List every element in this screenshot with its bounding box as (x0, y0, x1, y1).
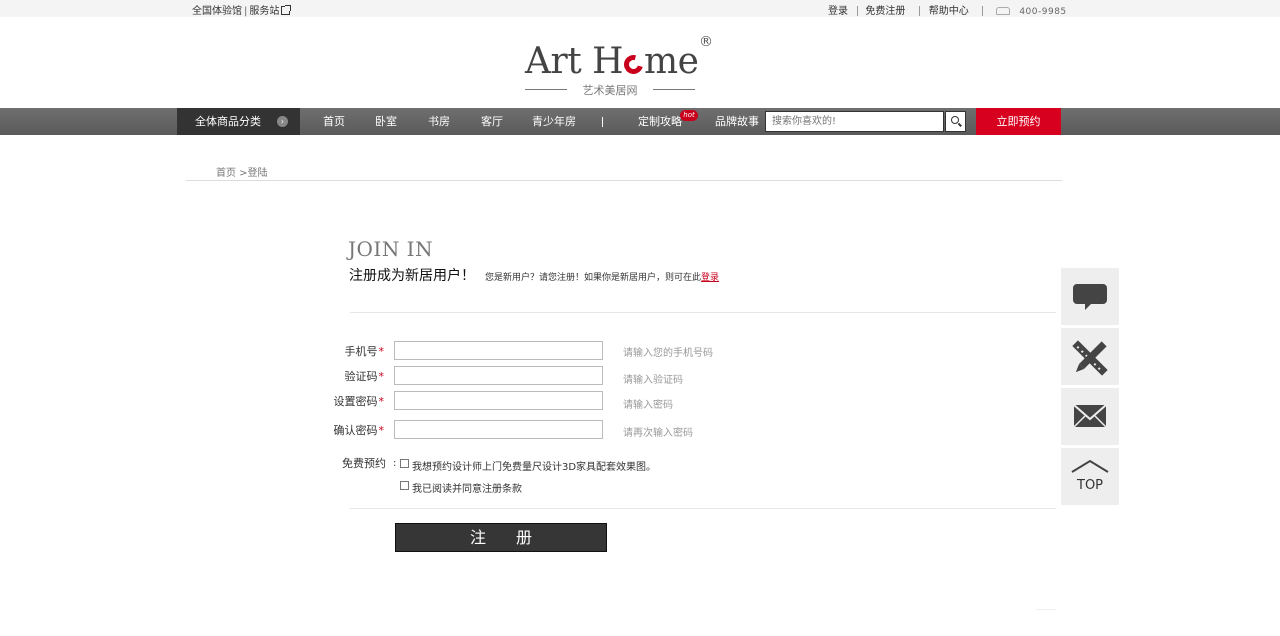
service-station-link[interactable]: 服务站 (249, 6, 279, 17)
phone-hint: 请输入您的手机号码 (623, 348, 713, 359)
password-input[interactable] (394, 391, 603, 410)
experience-store-link[interactable]: 全国体验馆 (192, 6, 242, 17)
login-hint: 您是新用户？请您注册！如果你是新居用户，则可在此登录 (485, 273, 720, 283)
nav-item-home[interactable]: 首页 (323, 108, 345, 135)
breadcrumb: 首页 >登陆 (216, 168, 268, 179)
top-utility-bar: 全国体验馆 | 服务站 登录 免费注册 帮助中心 400-9985 (0, 0, 1280, 17)
free-booking-label: 免费预约 (342, 457, 386, 470)
agree-terms-checkbox[interactable] (400, 481, 409, 490)
side-back-to-top-button[interactable]: TOP (1061, 448, 1119, 505)
chevron-right-icon: › (277, 116, 288, 127)
nav-item-bedroom[interactable]: 卧室 (375, 108, 397, 135)
nav-item-brand-story[interactable]: 品牌故事 (715, 108, 759, 135)
hot-badge: hot (680, 110, 698, 121)
side-chat-button[interactable] (1061, 268, 1119, 325)
nav-divider (602, 117, 603, 127)
site-logo[interactable]: Art Hme ® 艺术美居网 (525, 34, 725, 100)
topbar-left-links: 全国体验馆 | 服务站 (192, 2, 292, 17)
nav-item-living-room[interactable]: 客厅 (481, 108, 503, 135)
divider (350, 312, 1056, 313)
page-title: JOIN IN (348, 237, 434, 261)
register-link[interactable]: 免费注册 (865, 2, 905, 17)
phone-label: 手机号* (344, 345, 385, 358)
phone-icon (996, 7, 1011, 15)
divider (350, 508, 1056, 509)
ruler-pencil-icon (1072, 340, 1108, 376)
divider (186, 180, 1062, 181)
phone-input[interactable] (394, 341, 603, 360)
search-button[interactable] (945, 111, 966, 132)
hotline-number: 400-9985 (1019, 7, 1067, 17)
code-label: 验证码* (344, 370, 385, 383)
booking-option-text: 我想预约设计师上门免费量尺设计3D家具配套效果图。 (412, 462, 657, 473)
login-link[interactable]: 登录 (828, 2, 848, 17)
search-input[interactable] (765, 111, 944, 132)
booking-checkbox[interactable] (400, 459, 409, 468)
confirm-password-hint: 请再次输入密码 (623, 428, 693, 439)
main-nav-bar: 全体商品分类 › 首页 卧室 书房 客厅 青少年房 定制攻略 品牌故事 (0, 108, 1280, 135)
password-label: 设置密码* (333, 395, 385, 408)
chevron-up-icon (1071, 459, 1109, 473)
all-categories-button[interactable]: 全体商品分类 › (177, 108, 300, 135)
nav-item-custom-guide[interactable]: 定制攻略 (638, 108, 682, 135)
confirm-password-label: 确认密码* (333, 424, 385, 437)
code-hint: 请输入验证码 (623, 375, 683, 386)
password-hint: 请输入密码 (623, 400, 673, 411)
side-mail-button[interactable] (1061, 388, 1119, 445)
verification-code-input[interactable] (394, 366, 603, 385)
search-icon (951, 116, 959, 124)
page-subtitle: 注册成为新居用户！ (349, 268, 475, 284)
register-submit-button[interactable]: 注册 (395, 523, 607, 552)
nav-item-teen-room[interactable]: 青少年房 (532, 108, 576, 135)
logo-o-icon (620, 51, 647, 78)
confirm-password-input[interactable] (394, 420, 603, 439)
side-design-tools-button[interactable] (1061, 328, 1119, 385)
registered-mark: ® (699, 34, 713, 50)
chat-bubble-icon (1073, 284, 1107, 310)
nav-item-study[interactable]: 书房 (428, 108, 450, 135)
book-now-button[interactable]: 立即预约 (976, 108, 1061, 135)
help-center-link[interactable]: 帮助中心 (929, 2, 969, 17)
topbar-right-links: 登录 免费注册 帮助中心 400-9985 (828, 2, 1067, 17)
login-link-inline[interactable]: 登录 (701, 273, 719, 283)
logo-subtitle: 艺术美居网 (525, 82, 695, 98)
envelope-icon (1073, 404, 1107, 428)
agree-terms-text: 我已阅读并同意注册条款 (412, 484, 522, 495)
external-link-icon (281, 5, 292, 15)
back-to-top-label: TOP (1077, 478, 1104, 493)
